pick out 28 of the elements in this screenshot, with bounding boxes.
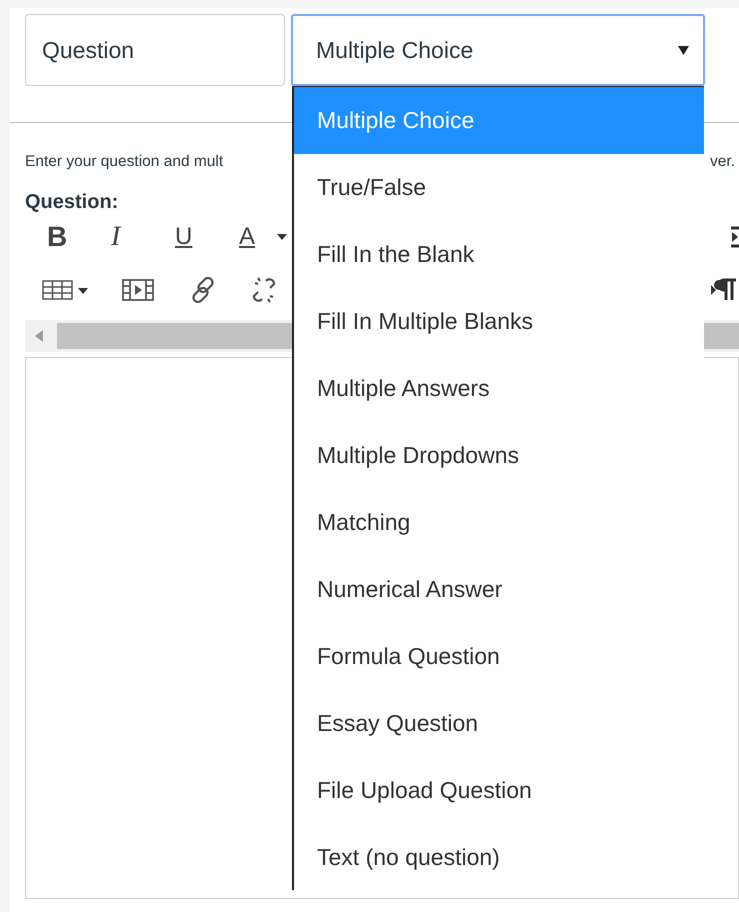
instruction-text: Enter your question and mult — [25, 153, 224, 171]
italic-button[interactable]: I — [111, 223, 175, 251]
toolbar-icon[interactable] — [731, 226, 739, 248]
underline-button[interactable]: U — [175, 225, 239, 249]
bold-button[interactable]: B — [47, 223, 111, 251]
dropdown-option[interactable]: Multiple Answers — [294, 355, 704, 422]
question-type-select[interactable]: Multiple Choice — [291, 14, 705, 86]
dropdown-option[interactable]: Fill In Multiple Blanks — [294, 288, 704, 355]
caret-icon[interactable] — [277, 234, 287, 240]
editor-area[interactable] — [25, 357, 739, 899]
caret-icon — [678, 46, 689, 54]
film-icon[interactable] — [122, 279, 154, 301]
table-icon[interactable] — [42, 280, 88, 300]
dropdown-option[interactable]: File Upload Question — [294, 757, 704, 824]
question-label: Question: — [25, 191, 120, 214]
text-color-button[interactable]: A — [239, 225, 277, 249]
dropdown-option[interactable]: Matching — [294, 489, 704, 556]
dropdown-option[interactable]: Formula Question — [294, 623, 704, 690]
dropdown-option[interactable]: Text (no question) — [294, 824, 704, 891]
dropdown-option[interactable]: Essay Question — [294, 690, 704, 757]
dropdown-option[interactable]: Fill In the Blank — [294, 221, 704, 288]
dropdown-option[interactable]: Multiple Dropdowns — [294, 422, 704, 489]
instruction-text: ver. — [710, 153, 735, 171]
text-direction-icon[interactable] — [711, 278, 737, 302]
dropdown-option[interactable]: True/False — [294, 154, 704, 221]
unlink-icon[interactable] — [252, 275, 276, 305]
question-name-field[interactable]: Question — [25, 14, 285, 86]
dropdown-option[interactable]: Numerical Answer — [294, 556, 704, 623]
